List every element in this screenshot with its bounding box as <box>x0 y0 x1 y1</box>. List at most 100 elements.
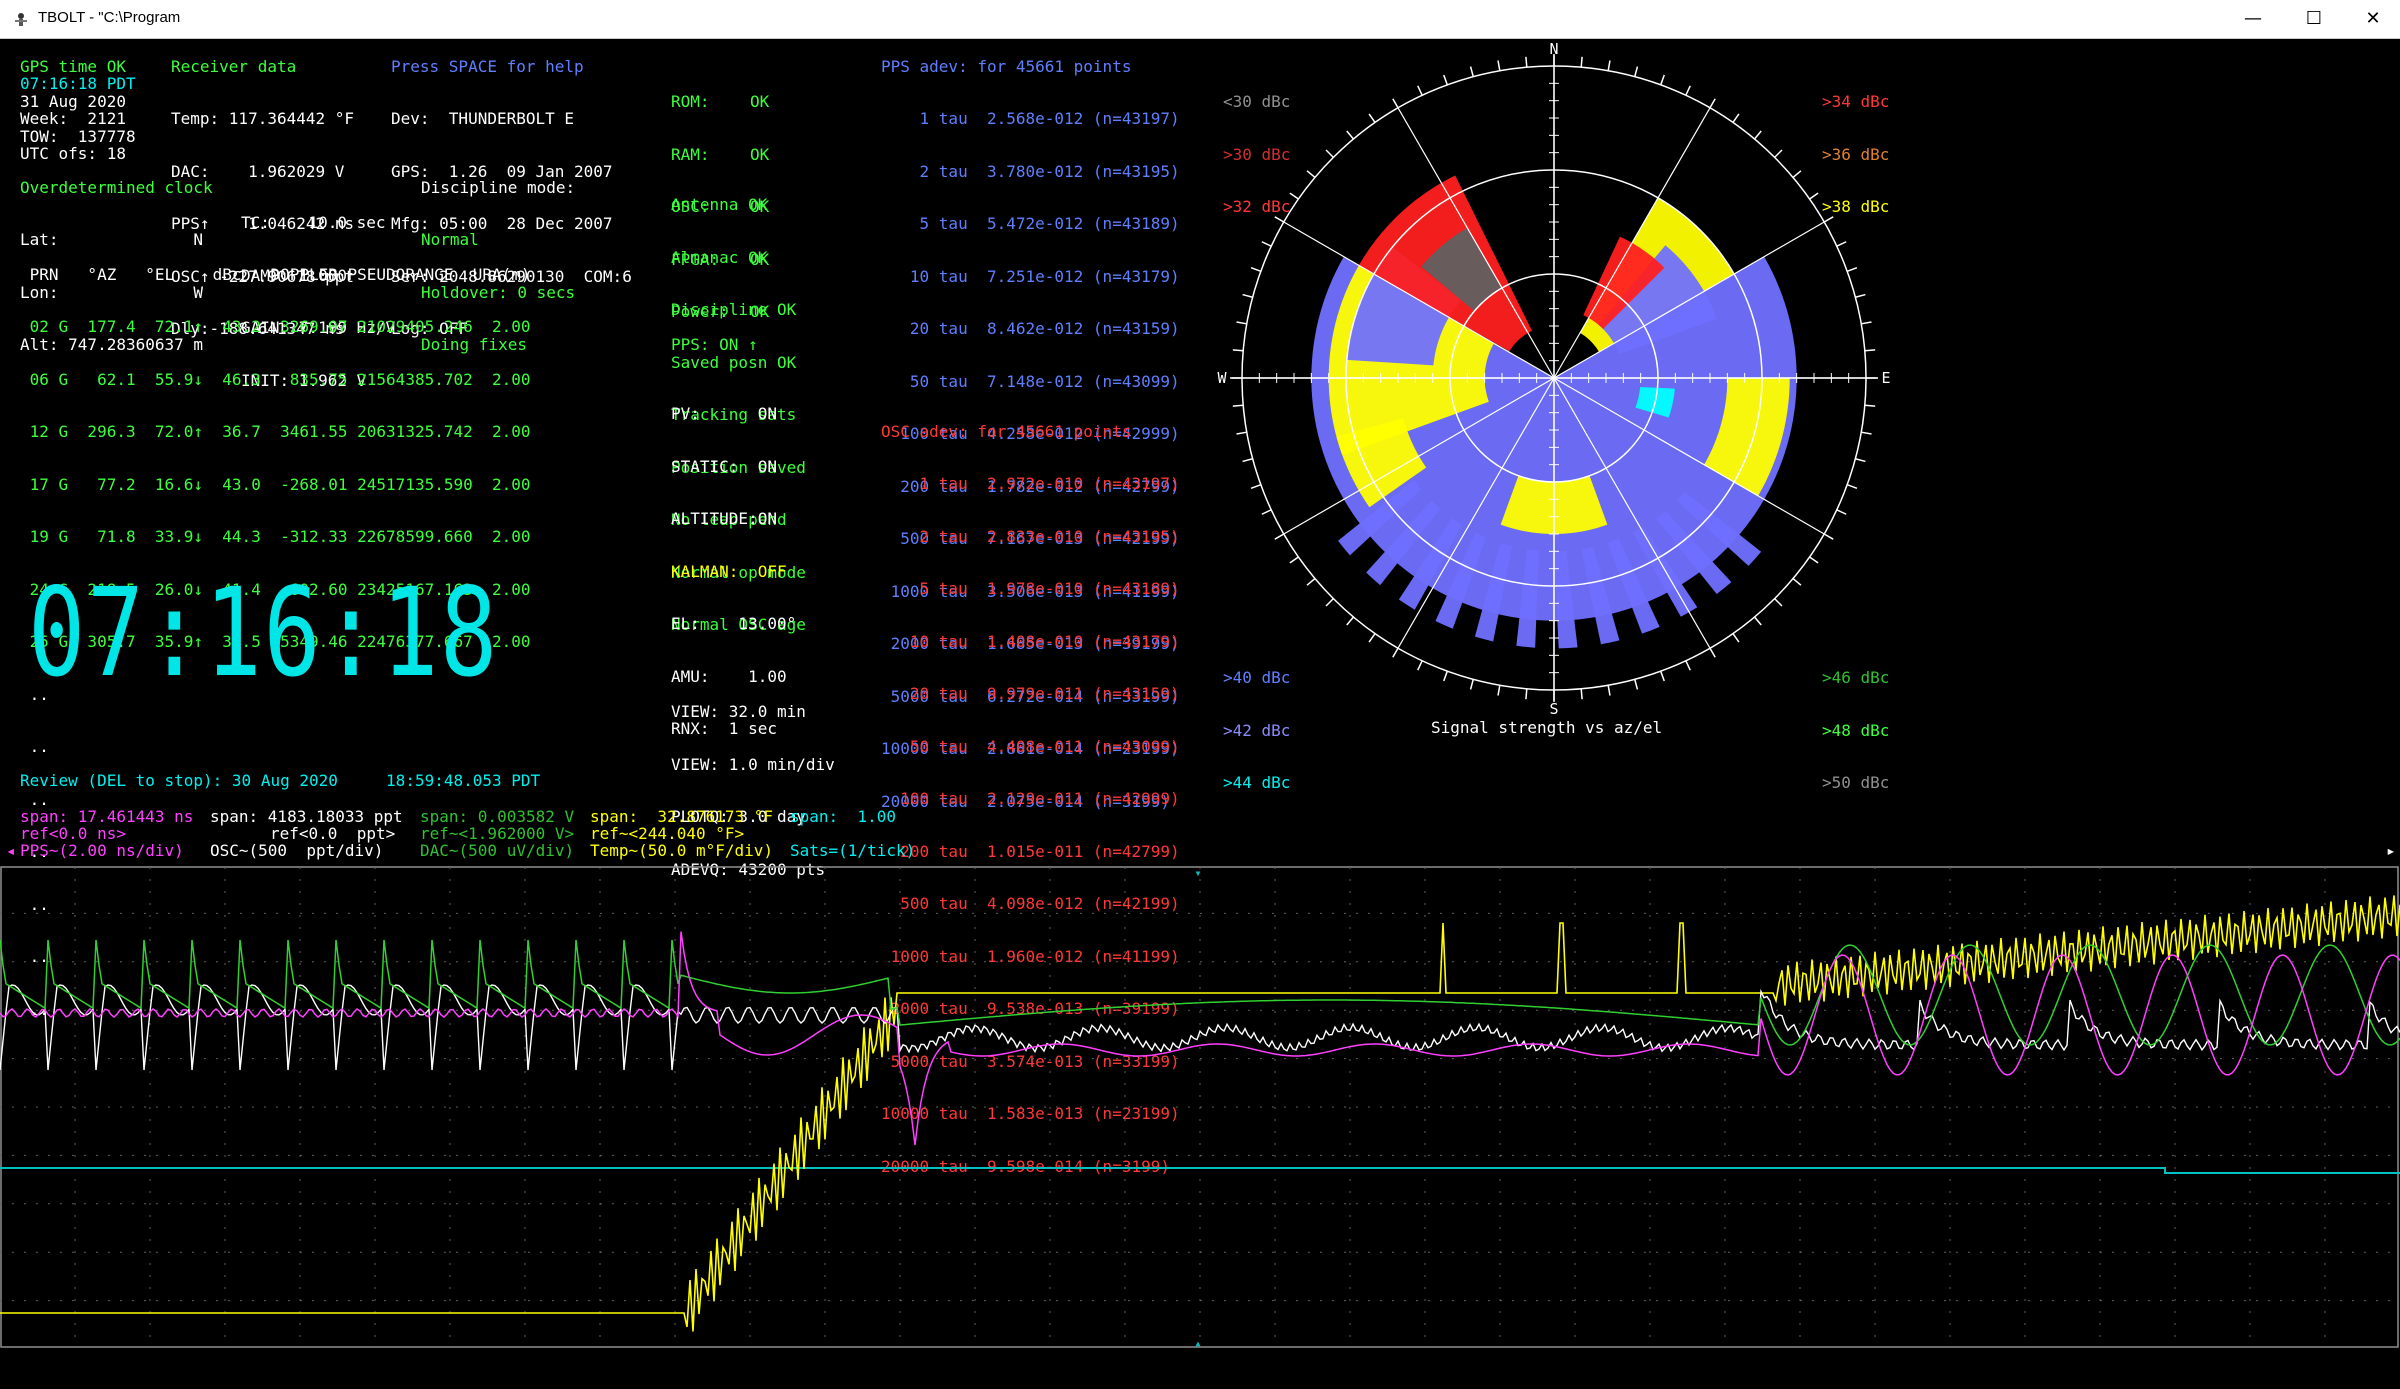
legend-dac: DAC~(500 uV/div) <box>420 841 575 860</box>
legend-entry: >42 dBc <box>1223 720 1291 740</box>
azimuth-tick <box>1392 647 1399 658</box>
adev-row: 200 tau 1.015e-011 (n=42799) <box>881 841 1180 861</box>
close-button[interactable]: ✕ <box>2346 0 2400 38</box>
legend-entry: >48 dBc <box>1822 720 1890 740</box>
maximize-button[interactable]: ☐ <box>2287 0 2341 38</box>
azimuth-tick <box>1306 170 1316 179</box>
scroll-right-arrow[interactable]: ▸ <box>2386 842 2396 860</box>
adev-row: 20 tau 8.462e-012 (n=43159) <box>881 319 1180 338</box>
mode-line: ALTITUDE:ON <box>671 509 777 528</box>
device-line: Dev: THUNDERBOLT E <box>391 109 575 128</box>
azimuth-tick <box>1709 98 1716 109</box>
adev-row: 1 tau 2.568e-012 (n=43197) <box>881 109 1180 128</box>
series-temp <box>0 895 2400 1332</box>
azimuth-tick <box>1861 321 1872 325</box>
azimuth-tick <box>1846 484 1858 489</box>
adev-row: 5 tau 5.472e-012 (n=43189) <box>881 214 1180 233</box>
legend-entry: >44 dBc <box>1223 773 1291 792</box>
azimuth-tick <box>1809 556 1819 564</box>
utc-offset: UTC ofs: 18 <box>20 144 126 163</box>
azimuth-tick <box>1753 130 1762 140</box>
scroll-left-arrow[interactable]: ◂ <box>6 842 16 860</box>
azimuth-tick <box>1250 484 1262 489</box>
plot-marker-bottom: ▴ <box>1194 1336 1201 1349</box>
mode-line: PV: ON <box>671 404 777 423</box>
legend-entry: >50 dBc <box>1822 773 1890 792</box>
gps-date: 31 Aug 2020 <box>20 92 126 111</box>
span-dac: span: 0.003582 V <box>420 807 575 826</box>
azimuth-tick <box>1855 293 1866 298</box>
azimuth-tick <box>1660 74 1665 86</box>
azimuth-tick <box>1325 149 1334 158</box>
param-line: TC: 10.0 sec <box>241 213 386 232</box>
sky-plot-caption: Signal strength vs az/el <box>1431 718 1663 737</box>
table-row: 12 G 296.3 72.0↑ 36.7 3461.55 20631325.7… <box>20 422 531 441</box>
azimuth-tick <box>1346 616 1355 626</box>
table-row: 02 G 177.4 72.1↑ 43.2 3269.07 21029405.2… <box>20 317 531 336</box>
azimuth-tick <box>1809 192 1819 200</box>
azimuth-tick <box>1497 685 1501 696</box>
azimuth-tick <box>1289 192 1299 200</box>
receiver-line: Temp: 117.364442 °F <box>171 109 355 128</box>
azimuth-tick <box>1346 130 1355 140</box>
view-line: VIEW: 32.0 min <box>671 702 806 721</box>
legend-sats: Sats=(1/tick) <box>790 841 916 860</box>
azimuth-tick <box>1525 56 1528 68</box>
azimuth-tick <box>1855 458 1866 463</box>
azimuth-tick <box>1392 98 1399 109</box>
azimuth-tick <box>1774 149 1783 158</box>
azimuth-tick <box>1469 66 1474 77</box>
help-hint: Press SPACE for help <box>391 57 584 76</box>
azimuth-tick <box>1368 113 1376 123</box>
azimuth-tick <box>1685 85 1691 96</box>
azimuth-tick <box>1274 216 1285 223</box>
table-row-empty: .. <box>20 737 49 756</box>
azimuth-tick <box>1823 216 1834 223</box>
view-line: VIEW: 1.0 min/div <box>671 754 835 774</box>
discipline-title: Discipline mode: <box>421 178 576 197</box>
compass-n: N <box>1549 40 1558 58</box>
azimuth-tick <box>1861 431 1872 435</box>
azimuth-tick <box>1580 688 1583 700</box>
series-sats <box>0 1167 2400 1174</box>
azimuth-tick <box>1753 616 1762 626</box>
legend-temp: Temp~(50.0 m°F/div) <box>590 841 774 860</box>
window-title: TBOLT - "C:\Program <box>38 9 181 26</box>
ref-pps: ref<0.0 ns> <box>20 824 126 843</box>
azimuth-tick <box>1417 660 1423 671</box>
azimuth-tick <box>1580 56 1583 68</box>
plot-marker-top: ▾ <box>1194 866 1201 880</box>
adev-row: 20 tau 9.979e-011 (n=43159) <box>881 684 1180 703</box>
health-value: OK <box>750 92 770 111</box>
osc-adev-title: OSC adev: for 45661 points <box>881 422 1132 441</box>
health-flag: Discipline OK <box>671 300 797 319</box>
receiver-title: Receiver data <box>171 57 297 76</box>
azimuth-tick <box>1261 509 1272 515</box>
azimuth-tick <box>1497 60 1501 71</box>
azimuth-tick <box>1242 458 1253 463</box>
azimuth-tick <box>1634 679 1639 690</box>
big-clock: 07:16:18 <box>28 562 499 704</box>
sat-table-header: PRN °AZ °EL dBc DOPPLER PSEUDORANGE URA(… <box>20 265 531 284</box>
azimuth-tick <box>1417 85 1423 96</box>
health-flag: Saved posn OK <box>671 352 797 372</box>
azimuth-tick <box>1289 556 1299 564</box>
azimuth-tick <box>1274 533 1285 540</box>
clock-title: Overdetermined clock <box>20 178 213 197</box>
health-flag: Antenna OK <box>671 195 768 214</box>
azimuth-tick <box>1325 598 1334 607</box>
adev-row: 10 tau 7.251e-012 (n=43179) <box>881 266 1180 286</box>
minimize-button[interactable]: — <box>2226 0 2280 38</box>
gps-tow: TOW: 137778 <box>20 127 136 146</box>
pps-status: PPS: ON ↑ <box>671 335 758 354</box>
review-status: Review (DEL to stop): 30 Aug 2020 18:59:… <box>20 771 541 790</box>
gps-status-label: GPS time OK <box>20 57 126 76</box>
azimuth-tick <box>1836 241 1847 247</box>
azimuth-tick <box>1236 321 1247 325</box>
azimuth-tick <box>1306 577 1316 586</box>
legend-pps: PPS~(2.00 ns/div) <box>20 841 184 860</box>
azimuth-tick <box>1846 267 1858 272</box>
tbolt-screen: GPS time OK 07:16:18 PDT 31 Aug 2020 Wee… <box>0 38 2400 1389</box>
azimuth-tick <box>1250 267 1262 272</box>
gps-week: Week: 2121 <box>20 109 126 128</box>
